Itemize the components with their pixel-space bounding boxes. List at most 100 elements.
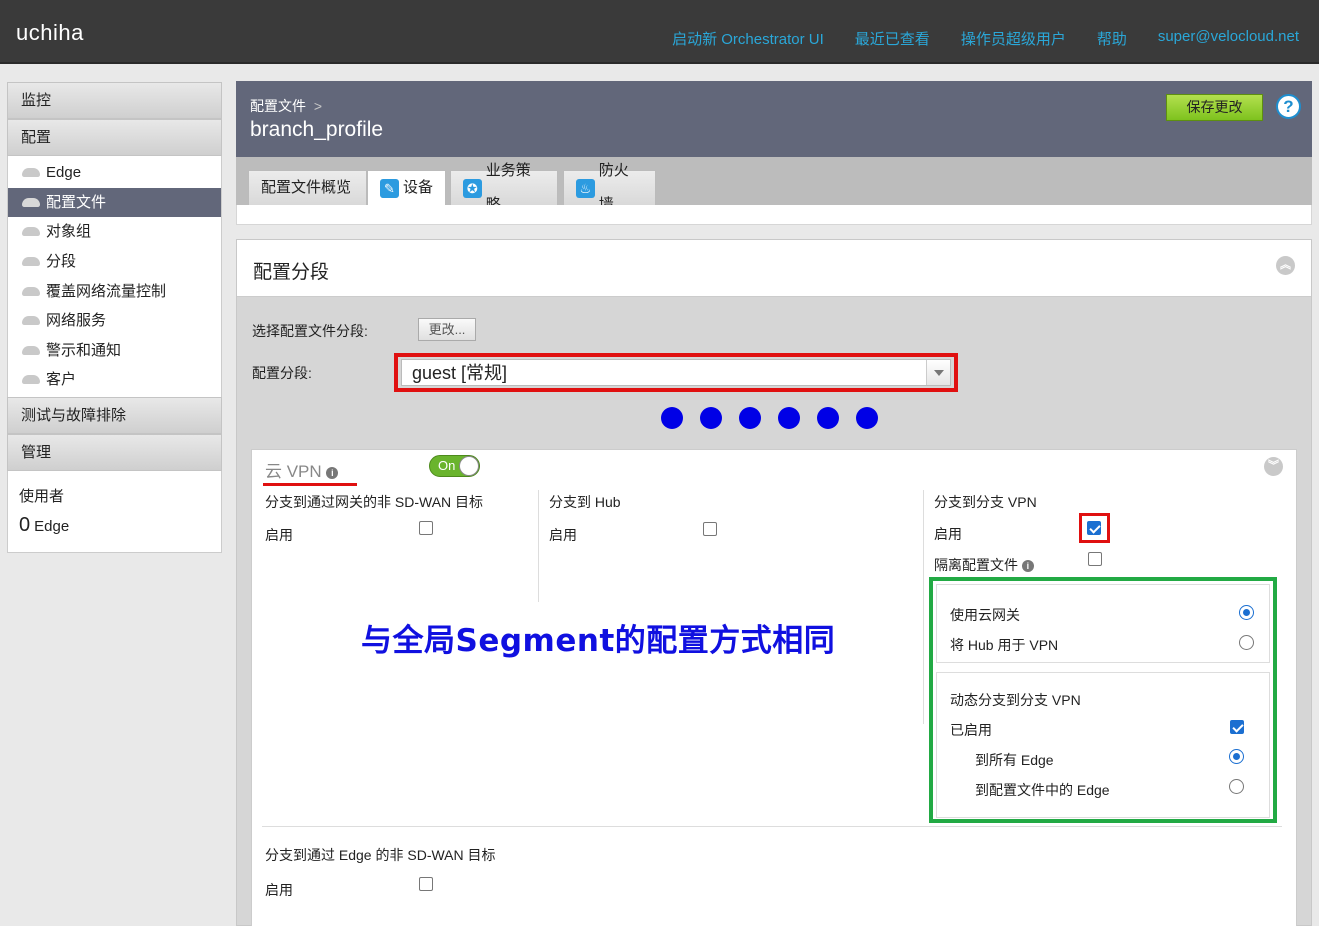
toggle-knob xyxy=(459,456,479,476)
save-changes-button[interactable]: 保存更改 xyxy=(1166,94,1263,121)
branch-to-non-sdwan-via-edge-enable-label: 启用 xyxy=(265,882,293,898)
chevron-down-icon[interactable] xyxy=(926,360,950,385)
dot xyxy=(856,407,878,429)
tab-content-strip xyxy=(236,205,1312,225)
sidebar-section-administration[interactable]: 管理 xyxy=(7,433,222,471)
sidebar-item-profiles[interactable]: 配置文件 xyxy=(8,187,221,218)
dot xyxy=(700,407,722,429)
branch-to-branch-vpn-title: 分支到分支 VPN xyxy=(934,494,1037,510)
branch-to-non-sdwan-via-gateway-checkbox[interactable] xyxy=(419,521,433,535)
branch-to-hub-enable-label: 启用 xyxy=(549,527,577,543)
tab-device[interactable]: ✎ 设备 xyxy=(367,170,446,205)
dot xyxy=(661,407,683,429)
use-cloud-gateway-label: 使用云网关 xyxy=(950,607,1020,623)
nav-operator-superuser[interactable]: 操作员超级用户 xyxy=(961,28,1066,49)
sidebar-item-object-groups[interactable]: 对象组 xyxy=(8,217,221,247)
use-hub-for-vpn-radio[interactable] xyxy=(1239,635,1254,650)
cloud-icon xyxy=(22,197,40,207)
branch-to-non-sdwan-via-edge-title: 分支到通过 Edge 的非 SD-WAN 目标 xyxy=(265,847,496,863)
info-icon: i xyxy=(326,466,339,479)
isolate-profile-label: 隔离配置文件 i xyxy=(934,555,1034,575)
wrench-icon: ✎ xyxy=(380,178,399,198)
breadcrumb: 配置文件 > xyxy=(250,96,322,116)
branch-to-hub-title: 分支到 Hub xyxy=(549,494,621,510)
branch-to-branch-options-highlight: 使用云网关 将 Hub 用于 VPN 动态分支到分支 VPN 已启用 到所有 E… xyxy=(929,577,1277,823)
tab-label: 设备 xyxy=(403,179,434,196)
cloud-icon xyxy=(22,257,40,267)
nav-user-email[interactable]: super@velocloud.net xyxy=(1158,28,1299,49)
top-bar: uchiha 启动新 Orchestrator UI 最近已查看 操作员超级用户… xyxy=(0,0,1319,64)
info-icon: i xyxy=(1021,560,1034,573)
branch-to-branch-checkbox-highlight xyxy=(1079,513,1110,543)
top-nav: 启动新 Orchestrator UI 最近已查看 操作员超级用户 帮助 sup… xyxy=(672,28,1299,49)
select-profile-segment-label: 选择配置文件分段: xyxy=(252,323,368,339)
cloud-icon xyxy=(22,227,40,237)
branch-to-non-sdwan-via-gateway-enable-label: 启用 xyxy=(265,527,293,543)
use-hub-for-vpn-label: 将 Hub 用于 VPN xyxy=(950,637,1059,653)
column-divider xyxy=(923,490,924,724)
sidebar-configure-items: Edge 配置文件 对象组 分段 覆盖网络流量控制 网络服务 警示和通知 客户 xyxy=(7,156,222,397)
breadcrumb-profiles[interactable]: 配置文件 xyxy=(250,98,306,114)
to-profile-edges-label: 到配置文件中的 Edge xyxy=(975,782,1110,798)
sidebar-item-label: 覆盖网络流量控制 xyxy=(46,282,167,300)
sidebar-section-test-troubleshoot[interactable]: 测试与故障排除 xyxy=(7,396,222,434)
sidebar-item-network-services[interactable]: 网络服务 xyxy=(8,306,221,336)
sidebar-item-alerts[interactable]: 警示和通知 xyxy=(8,336,221,366)
branch-to-non-sdwan-via-edge-checkbox[interactable] xyxy=(419,877,433,891)
sidebar-section-configure[interactable]: 配置 xyxy=(7,119,222,156)
nav-help[interactable]: 帮助 xyxy=(1097,28,1127,49)
isolate-profile-text: 隔离配置文件 xyxy=(934,557,1018,573)
help-icon[interactable]: ? xyxy=(1276,94,1301,119)
gateway-options-box: 使用云网关 将 Hub 用于 VPN xyxy=(936,584,1270,663)
sidebar-item-overlay-flow-control[interactable]: 覆盖网络流量控制 xyxy=(8,276,221,306)
sidebar-user-box: 使用者 0 Edge xyxy=(7,470,222,553)
branch-to-branch-checkbox[interactable] xyxy=(1087,521,1101,535)
collapse-up-icon[interactable]: ︽ xyxy=(1276,256,1295,275)
dynamic-branch-to-branch-title: 动态分支到分支 VPN xyxy=(950,692,1081,708)
sidebar-item-segments[interactable]: 分段 xyxy=(8,247,221,277)
annotation-text: 与全局Segment的配置方式相同 xyxy=(361,623,836,659)
configure-segments-panel: 配置分段 ︽ 选择配置文件分段: 更改... 配置分段: guest [常规] … xyxy=(236,239,1312,926)
edge-unit: Edge xyxy=(34,517,70,535)
panel-header: 配置分段 ︽ xyxy=(237,240,1311,297)
use-cloud-gateway-radio[interactable] xyxy=(1239,605,1254,620)
sidebar: 监控 配置 Edge 配置文件 对象组 分段 覆盖网络流量控制 网络服务 警示和… xyxy=(7,82,222,553)
dynamic-enabled-label: 已启用 xyxy=(950,722,992,738)
section-divider xyxy=(262,826,1282,827)
profile-header: 配置文件 > branch_profile 保存更改 ? xyxy=(236,81,1312,157)
cloud-icon xyxy=(22,168,40,178)
cloud-vpn-underline xyxy=(263,483,357,486)
segment-select[interactable]: guest [常规] xyxy=(401,359,951,386)
sidebar-item-edge[interactable]: Edge xyxy=(8,158,221,188)
nav-launch-new-ui[interactable]: 启动新 Orchestrator UI xyxy=(672,28,824,49)
change-button[interactable]: 更改... xyxy=(418,318,476,341)
segment-label: 配置分段: xyxy=(252,365,312,381)
sidebar-section-monitor[interactable]: 监控 xyxy=(7,82,222,119)
cloud-icon xyxy=(22,316,40,326)
cloud-vpn-toggle[interactable]: On xyxy=(429,455,480,477)
isolate-profile-checkbox[interactable] xyxy=(1088,552,1102,566)
edge-count: 0 xyxy=(19,513,31,536)
sidebar-item-label: Edge xyxy=(46,164,82,182)
user-label: 使用者 xyxy=(19,487,65,505)
dot xyxy=(739,407,761,429)
tab-business-policy[interactable]: ✪业务策略 xyxy=(450,162,558,213)
tab-label: 配置文件概览 xyxy=(261,179,352,196)
branch-to-hub-checkbox[interactable] xyxy=(703,522,717,536)
cloud-vpn-section: 云 VPN i On ︾ 分支到通过网关的非 SD-WAN 目标 启用 分支到 … xyxy=(251,449,1297,926)
page-title: branch_profile xyxy=(250,118,384,141)
tab-firewall[interactable]: ♨防火墙 xyxy=(563,162,656,213)
tab-profile-overview[interactable]: 配置文件概览 xyxy=(248,170,367,205)
breadcrumb-separator: > xyxy=(313,98,323,114)
dynamic-enabled-checkbox[interactable] xyxy=(1230,720,1244,734)
collapse-down-icon[interactable]: ︾ xyxy=(1264,457,1283,476)
segment-select-value: guest [常规] xyxy=(412,363,508,383)
nav-recently-viewed[interactable]: 最近已查看 xyxy=(855,28,930,49)
column-divider xyxy=(538,490,539,602)
cloud-vpn-title-text: 云 VPN xyxy=(265,462,322,481)
sidebar-item-customers[interactable]: 客户 xyxy=(8,365,221,395)
to-profile-edges-radio[interactable] xyxy=(1229,779,1244,794)
dot xyxy=(778,407,800,429)
cloud-icon xyxy=(22,375,40,385)
to-all-edges-radio[interactable] xyxy=(1229,749,1244,764)
